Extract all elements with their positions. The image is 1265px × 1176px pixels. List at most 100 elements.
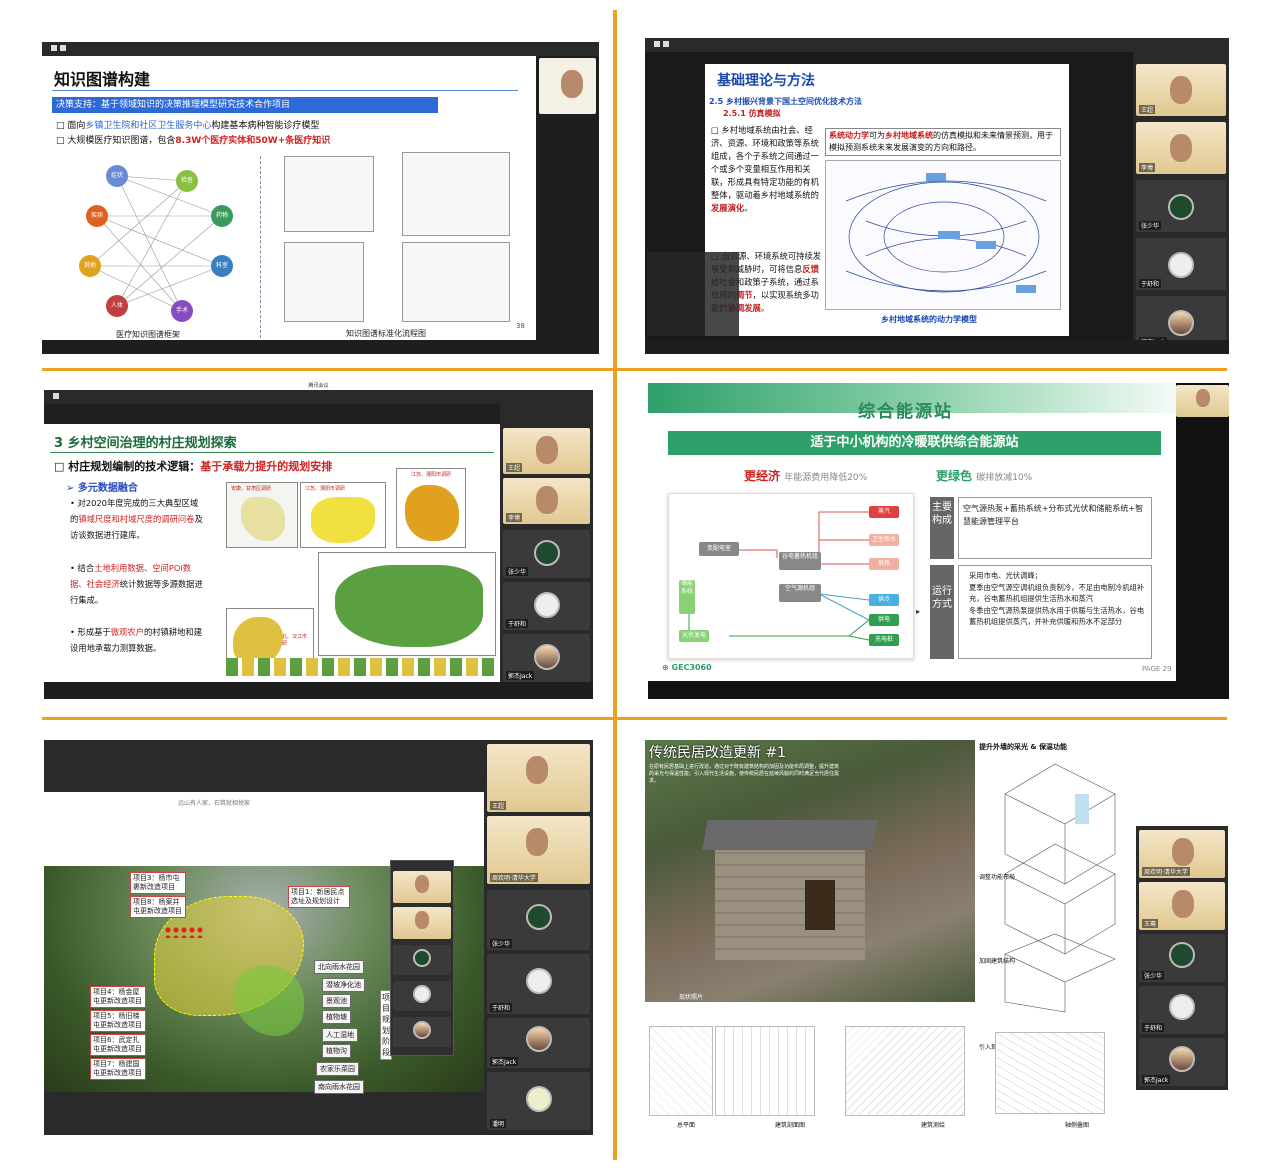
flow-panel-1 [284, 156, 374, 232]
facility-label: 人工湿地 [322, 1028, 358, 1042]
facility-label: 南向雨水花园 [314, 1080, 364, 1094]
house-wall [715, 850, 865, 960]
video-tile: 于舒和 [1136, 238, 1226, 290]
page-number: PAGE 29 [1142, 665, 1172, 673]
drawing-section [715, 1026, 815, 1116]
avatar [525, 968, 552, 994]
project-label: 项目8：杨案井屯更新改造项目 [130, 896, 186, 918]
caption-left: 医疗知识图谱框架 [116, 330, 180, 339]
slide-heading: 知识图谱构建 [54, 70, 151, 89]
section-label: 加固建筑结构 [979, 958, 1016, 965]
project-label: 项目5：杨旧梯屯更新改造项目 [90, 1010, 146, 1032]
house-door [805, 880, 835, 930]
map-2: 江苏、溧阳市调研 [300, 482, 386, 548]
slide-bottom-band [648, 681, 1229, 699]
horizontal-divider-1 [42, 368, 1227, 371]
video-strip [536, 56, 599, 342]
avatar [1169, 1046, 1195, 1072]
house-roof [702, 820, 878, 850]
flow-node: 蒸汽 [869, 506, 899, 518]
operation-label: 运行方式 [930, 565, 954, 659]
stop-icon[interactable] [60, 45, 66, 51]
toolbar [42, 340, 599, 354]
toolbar [645, 340, 1229, 354]
video-tile: 王超 [503, 428, 590, 474]
green-label: 更绿色 碳排放减10% [936, 469, 1033, 483]
video-tile [539, 58, 596, 114]
video-strip: 王超 李博 张少华 于舒和 郭杰Jack [500, 396, 593, 699]
avatar [1169, 994, 1195, 1020]
axonometric-title: 提升外墙的采光 & 保温功能 [979, 743, 1067, 751]
video-tile: 周欢明·清华大学 [1139, 830, 1225, 878]
flow-node: 供电 [869, 614, 899, 626]
avatar [533, 540, 560, 566]
video-tile: 郭杰Jack [487, 1018, 590, 1068]
video-tile [393, 871, 451, 903]
subheading-1: 2.5 乡村振兴背景下国土空间优化技术方法 [709, 97, 862, 106]
bullet-3: • 形成基于微观农户的村镇耕地和建设用地承载力测算数据。 [70, 627, 203, 653]
meeting-pane-knowledge-graph: 知识图谱构建 决策支持：基于领域知识的决策推理模型研究技术合作项目 □ 面向乡镇… [42, 42, 599, 354]
facility-label: 植物沟 [322, 1044, 351, 1058]
avatar [525, 1086, 552, 1112]
recording-bar [42, 42, 599, 56]
system-dynamics-diagram [825, 160, 1061, 310]
slide: 3 乡村空间治理的村庄规划探索 □ 村庄规划编制的技术逻辑：基于承载力提升的规划… [44, 424, 500, 682]
avatar [1168, 310, 1194, 336]
window-title: 腾讯会议 [44, 382, 593, 390]
axon-lines [1004, 763, 1116, 1013]
meeting-pane-theory: 基础理论与方法 2.5 乡村振兴背景下国土空间优化技术方法 2.5.1 仿真模拟… [645, 38, 1229, 354]
caption: 轴侧叠图 [1065, 1122, 1090, 1129]
facility-label: 景观池 [322, 994, 351, 1008]
project-label: 项目4：杨金屋屯更新改造项目 [90, 986, 146, 1008]
section-label: 调整功能布局 [979, 874, 1016, 881]
drawing-axon-stack [995, 1032, 1105, 1114]
subheading-2: 2.5.1 仿真模拟 [723, 109, 781, 118]
record-icon[interactable] [53, 393, 59, 399]
highlight-box: 系统动力学可为乡村地域系统的仿真模拟和未来情景预测，用于模拟预测系统未来发展演变… [825, 128, 1061, 156]
caption: 建筑剖面图 [775, 1122, 806, 1129]
pause-icon[interactable] [654, 41, 660, 47]
avatar [525, 1026, 552, 1052]
flow-node: 空气源机组 [779, 584, 821, 602]
video-tile: 张少华 [503, 530, 590, 578]
video-tile [1176, 385, 1229, 417]
main-components-label: 主要构成 [930, 497, 954, 559]
video-tile: 于舒和 [487, 954, 590, 1014]
video-tile: 李博 [1136, 122, 1226, 174]
bullet-1: • 对2020年度完成的三大典型区域的镇域尺度和村域尺度的调研问卷及访谈数据进行… [70, 498, 203, 540]
green-banner: 适于中小机构的冷暖联供综合能源站 [668, 431, 1161, 455]
flow-node: 卫生热水 [869, 534, 899, 546]
bullet-2: □ 大规模医疗知识图谱，包含8.3W个医疗实体和50W+条医疗知识 [56, 136, 331, 146]
video-tile: 张少华 [487, 890, 590, 950]
photo-label: 现状照片 [679, 994, 704, 1001]
drawing-survey [845, 1026, 965, 1116]
project-label: 项目3：杨市屯裹新改造项目 [130, 872, 186, 894]
bullet-2: • 结合土地利用数据、空间POI数据、社会经济统计数据等多源数据进行集成。 [70, 563, 203, 605]
graph-node: 检查 [176, 170, 198, 192]
china-map [318, 552, 496, 656]
flow-panel-2 [402, 152, 510, 236]
flow-node: 变配电室 [699, 542, 739, 556]
cursor-icon: ▸ [916, 607, 921, 616]
flow-node: 储能系统 [679, 580, 695, 614]
slide-note: 远山有人家，石筑就相悦家 [178, 800, 251, 807]
meeting-pane-village-planning: 腾讯会议 3 乡村空间治理的村庄规划探索 □ 村庄规划编制的技术逻辑：基于承载力… [44, 382, 593, 699]
paragraph-1: □ 乡村地域系统由社会、经济、资源、环境和政策等系统组成，各个子系统之间通过一个… [711, 125, 819, 213]
main-point: □ 村庄规划编制的技术逻辑：基于承载力提升的规划安排 [54, 460, 333, 473]
stop-icon[interactable] [663, 41, 669, 47]
nested-video-panel [390, 860, 454, 1056]
slide-title: 传统民居改造更新 #1 [649, 745, 787, 761]
intro-text: 在原有民居基础上进行改造，通过对于既有建筑结构的加固及功能布局调整，提升建筑的采… [649, 764, 840, 784]
video-tile: 李博 [503, 478, 590, 524]
main-components-text: 空气源热泵+蓄热系统+分布式光伏和储能系统+智慧能源管理平台 [958, 497, 1152, 559]
flow-node: 供冷 [869, 594, 899, 606]
project-label: 项目7：杨建国屯更新改造项目 [90, 1058, 146, 1080]
pause-icon[interactable] [51, 45, 57, 51]
slide-white-area: 远山有人家，石筑就相悦家 [44, 792, 484, 866]
video-tile [393, 945, 451, 975]
video-tile: 潘明 [487, 1072, 590, 1130]
sub-heading: ➢ 多元数据融合 [66, 483, 138, 494]
graph-edges [89, 175, 223, 312]
flow-node: 光伏发电 [679, 630, 709, 642]
green-zone [234, 966, 304, 1036]
